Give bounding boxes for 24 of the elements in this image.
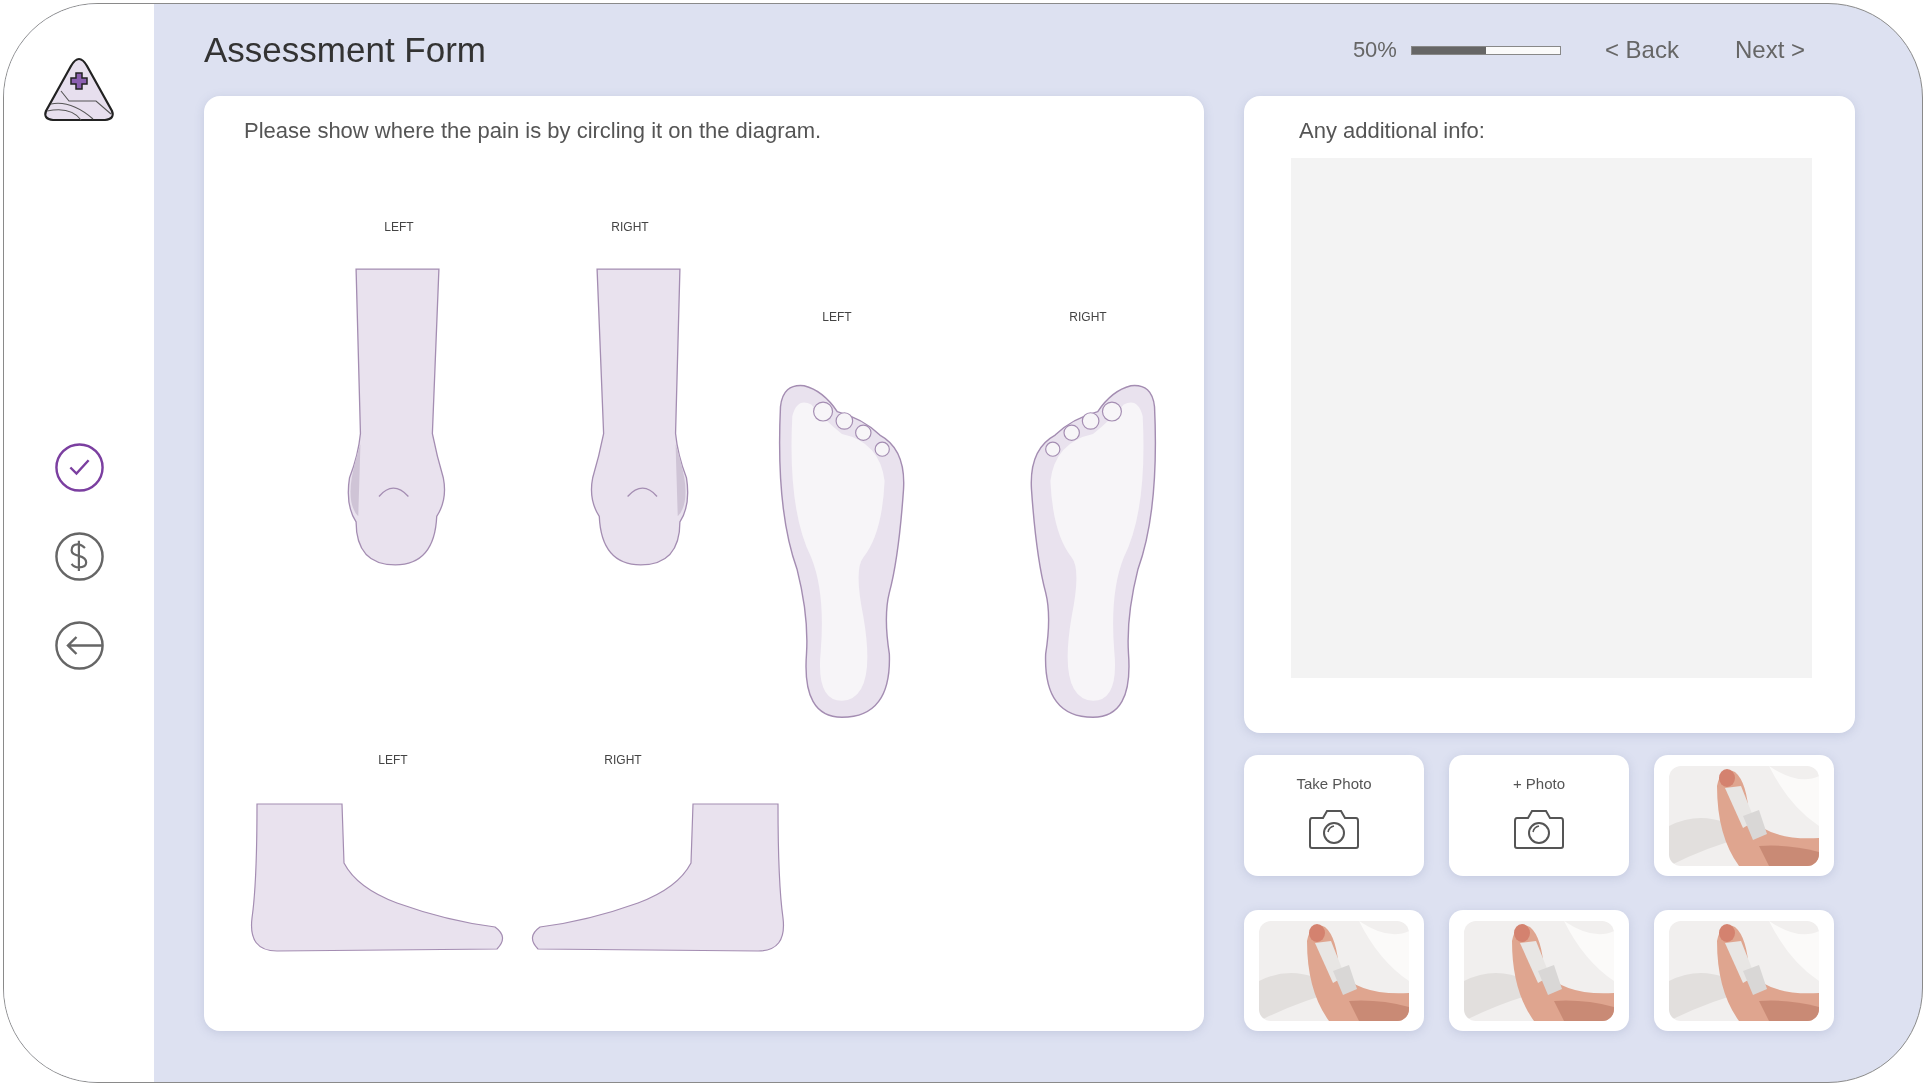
nav-link[interactable]: Next >	[1728, 32, 1811, 68]
progress-reading: 50%	[1352, 37, 1397, 63]
nav-link[interactable]: < Back	[1598, 32, 1685, 68]
instruction-text: Please show where the pain is by circling it on the diagram.	[244, 118, 822, 144]
photo-thumbnail[interactable]	[1654, 910, 1834, 1031]
notes-label: Any additional info:	[1299, 118, 1486, 144]
photo-thumbnail[interactable]	[1654, 755, 1834, 876]
foot-label: LEFT	[384, 220, 414, 234]
back-icon[interactable]	[53, 620, 105, 671]
photo-thumbnail[interactable]	[1244, 910, 1424, 1031]
camera-icon	[1513, 808, 1565, 850]
foot-label: LEFT	[822, 310, 852, 324]
photo-button[interactable]: Take Photo	[1244, 755, 1424, 876]
check-icon[interactable]	[53, 442, 105, 493]
foot-label: RIGHT	[604, 753, 642, 767]
camera-icon	[1308, 808, 1360, 850]
foot-label: LEFT	[378, 753, 408, 767]
page-title: Assessment Form	[204, 30, 487, 70]
foot-label: RIGHT	[1069, 310, 1107, 324]
photo-thumbnail[interactable]	[1449, 910, 1629, 1031]
logo-icon	[41, 56, 117, 124]
foot-label: RIGHT	[611, 220, 649, 234]
dollar-icon[interactable]	[53, 531, 105, 582]
photo-button[interactable]: + Photo	[1449, 755, 1629, 876]
